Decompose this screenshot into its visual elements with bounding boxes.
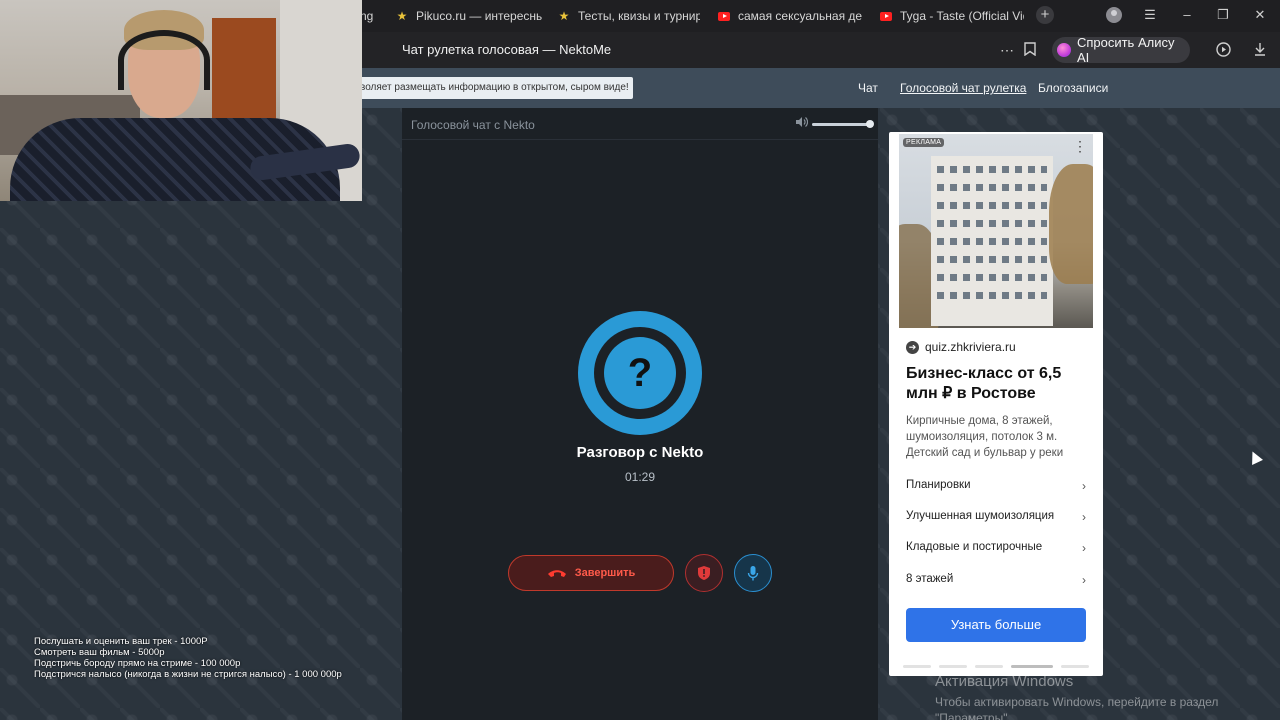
conversation-title: Разговор с Nekto [576, 444, 704, 461]
advertisement[interactable]: РЕКЛАМА ⋮ ➔ quiz.zhkriviera.ru Бизнес-кл… [889, 132, 1103, 676]
ad-label: РЕКЛАМА [903, 138, 945, 147]
ad-link-label: 8 этажей [906, 573, 954, 585]
webcam-overlay [0, 0, 362, 201]
voice-chat-header: Голосовой чат с Nekto [402, 108, 878, 140]
nav-link-chat[interactable]: Чат [858, 81, 878, 95]
volume-icon[interactable] [795, 116, 809, 131]
tab-youtube-2[interactable]: Tyga - Taste (Official Vide [880, 4, 1024, 28]
more-options-icon[interactable]: ⋮ [1073, 138, 1087, 155]
nav-link-blog[interactable]: Блогозаписи [1038, 81, 1108, 95]
ad-description: Кирпичные дома, 8 этажей, шумоизоляция, … [906, 415, 1064, 459]
youtube-icon [718, 10, 730, 22]
ad-link-soundproofing[interactable]: Улучшенная шумоизоляция › [906, 510, 1086, 528]
avatar-ring-gap: ? [594, 327, 686, 419]
ad-headline[interactable]: Бизнес-класс от 6,5 млн ₽ в Ростове [906, 364, 1096, 404]
ask-alice-label: Спросить Алису AI [1076, 35, 1175, 65]
ad-building-image[interactable]: РЕКЛАМА ⋮ [899, 134, 1093, 328]
volume-slider[interactable] [812, 123, 870, 126]
arrow-right-icon: ➔ [906, 340, 919, 354]
building-shape [931, 156, 1053, 326]
ad-domain[interactable]: ➔ quiz.zhkriviera.ru [906, 340, 1016, 354]
volume-slider-fill [812, 123, 870, 126]
call-timer: 01:29 [624, 470, 656, 484]
chevron-right-icon: › [1082, 479, 1086, 493]
tree-shape [1049, 164, 1093, 284]
carousel-dot[interactable] [1061, 665, 1089, 668]
more-icon[interactable]: ⋯ [1000, 42, 1014, 59]
chevron-right-icon: › [1082, 541, 1086, 555]
voice-chat-panel: Голосовой чат с Nekto ? Разговор с Nekto… [402, 108, 878, 720]
minimize-icon[interactable]: – [1178, 6, 1196, 24]
chevron-right-icon: › [1082, 510, 1086, 524]
price-line: Послушать и оценить ваш трек - 1000Р [34, 636, 208, 647]
menu-icon[interactable]: ☰ [1141, 6, 1159, 24]
ad-domain-label: quiz.zhkriviera.ru [925, 340, 1016, 354]
profile-icon[interactable] [1106, 7, 1122, 23]
video-icon[interactable] [1216, 42, 1231, 60]
tab-label: самая сексуальная деву [738, 9, 862, 23]
learn-more-button[interactable]: Узнать больше [906, 608, 1086, 642]
ad-link-layouts[interactable]: Планировки › [906, 479, 1086, 497]
tab-ng[interactable]: ng [360, 4, 390, 28]
tab-tests[interactable]: ★ Тесты, квизы и турниры [558, 4, 700, 28]
microphone-icon [747, 565, 759, 580]
carousel-dot[interactable] [903, 665, 931, 668]
tab-youtube-1[interactable]: самая сексуальная деву [718, 4, 862, 28]
close-icon[interactable]: ✕ [1251, 6, 1269, 24]
voice-chat-title: Голосовой чат с Nekto [411, 118, 535, 132]
tab-label: ng [360, 9, 374, 23]
ad-link-label: Планировки [906, 479, 971, 491]
tab-label: Tyga - Taste (Official Vide [900, 9, 1024, 23]
price-line: Подстричь бороду прямо на стриме - 100 0… [34, 658, 241, 669]
chevron-right-icon: › [1082, 573, 1086, 587]
carousel-dot-active[interactable] [1011, 665, 1053, 668]
star-icon: ★ [396, 9, 408, 23]
alice-icon [1057, 43, 1071, 57]
site-notice: воляет размещать информацию в открытом, … [356, 77, 633, 99]
report-button[interactable] [685, 554, 723, 592]
question-mark-icon: ? [604, 337, 676, 409]
volume-slider-knob[interactable] [866, 120, 874, 128]
carousel-dot[interactable] [939, 665, 967, 668]
tab-label: Тесты, квизы и турниры [578, 9, 700, 23]
tab-label: Pikuco.ru — интересные [416, 9, 542, 23]
microphone-button[interactable] [734, 554, 772, 592]
tab-pikuco[interactable]: ★ Pikuco.ru — интересные [396, 4, 542, 28]
windows-activation-subtitle: Чтобы активировать Windows, перейдите в … [935, 695, 1219, 720]
end-call-button[interactable]: Завершить [508, 555, 674, 591]
price-line: Смотреть ваш фильм - 5000р [34, 647, 165, 658]
shield-icon [698, 566, 710, 580]
end-call-label: Завершить [574, 567, 636, 579]
ad-link-label: Улучшенная шумоизоляция [906, 510, 1055, 522]
restore-icon[interactable]: ❐ [1214, 6, 1232, 24]
ad-carousel-dots [903, 665, 1089, 668]
download-icon[interactable] [1254, 42, 1266, 59]
page-title[interactable]: Чат рулетка голосовая — NektoMe [402, 42, 611, 57]
ad-link-storage[interactable]: Кладовые и постирочные › [906, 541, 1086, 559]
new-tab-button[interactable]: + [1036, 6, 1054, 24]
anonymous-avatar: ? [578, 311, 702, 435]
headset-icon [118, 30, 210, 90]
youtube-icon [880, 10, 892, 22]
ask-alice-button[interactable]: Спросить Алису AI [1052, 35, 1190, 65]
carousel-dot[interactable] [975, 665, 1003, 668]
ad-link-floors[interactable]: 8 этажей › [906, 573, 1086, 591]
ad-link-label: Кладовые и постирочные [906, 541, 1043, 553]
bookmark-icon[interactable] [1024, 42, 1036, 59]
star-icon: ★ [558, 9, 570, 23]
windows-activation-title: Активация Windows [935, 673, 1074, 690]
price-line: Подстричся налысо (никогда в жизни не ст… [34, 669, 342, 680]
hang-up-icon [547, 565, 567, 582]
stream-price-list: Послушать и оценить ваш трек - 1000Р Смо… [34, 636, 342, 680]
nav-link-voice-chat[interactable]: Голосовой чат рулетка [900, 81, 1026, 95]
